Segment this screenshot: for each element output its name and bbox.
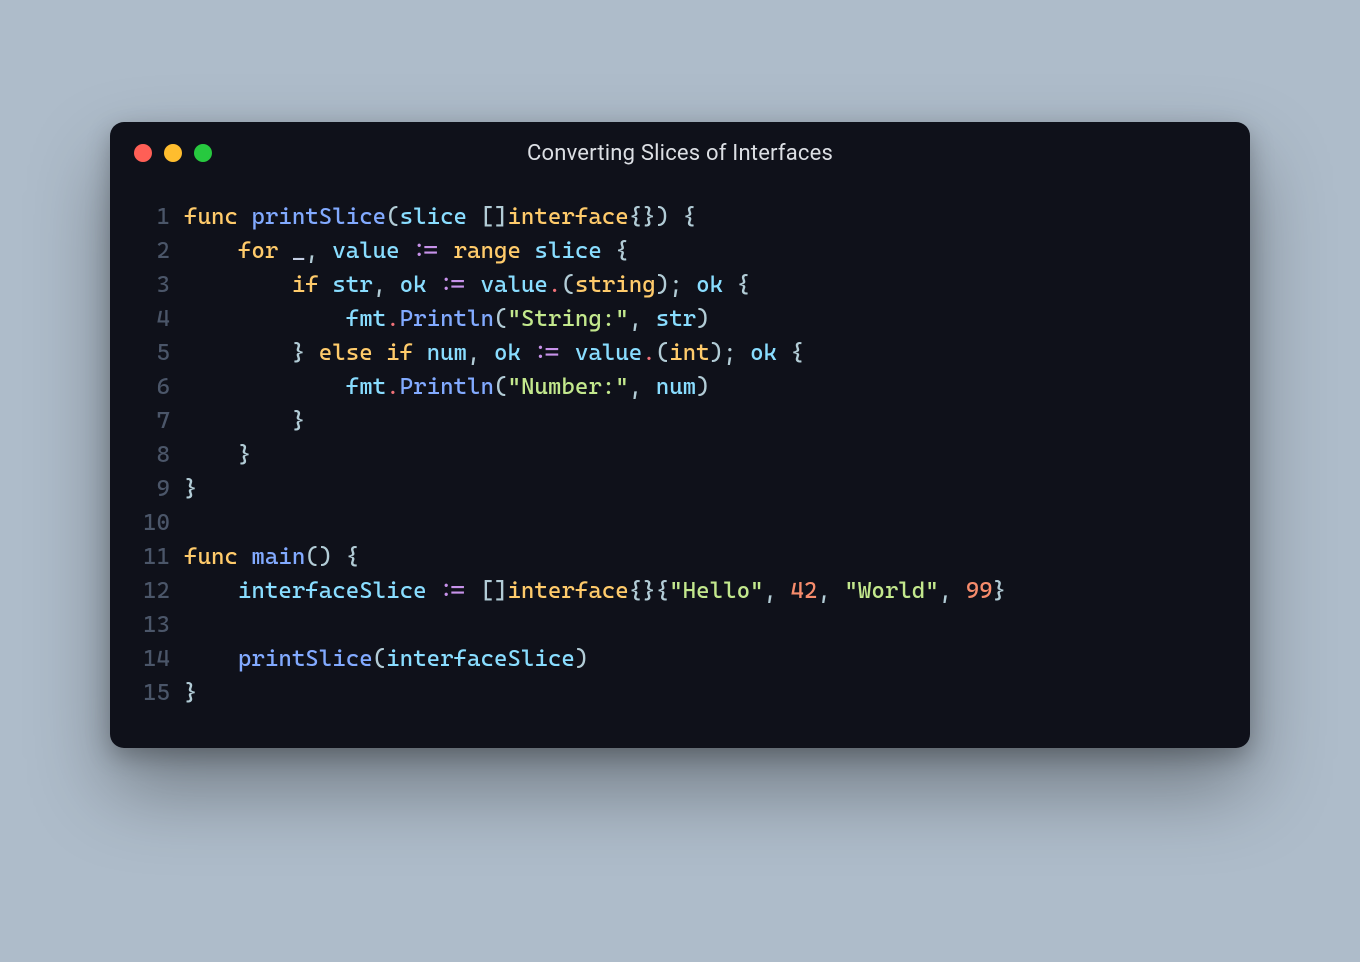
line-number: 2 [122,234,184,268]
line-number: 15 [122,676,184,710]
line-content: } else if num, ok := value.(int); ok { [184,336,804,370]
line-content: printSlice(interfaceSlice) [184,642,588,676]
line-content: interfaceSlice := []interface{}{"Hello",… [184,574,1006,608]
line-number: 1 [122,200,184,234]
line-content: } [184,472,197,506]
line-number: 6 [122,370,184,404]
code-line[interactable]: 7 } [122,404,1222,438]
line-content: fmt.Println("String:", str) [184,302,710,336]
line-content: } [184,404,305,438]
line-number: 8 [122,438,184,472]
line-content: func main() { [184,540,359,574]
code-line[interactable]: 13 [122,608,1222,642]
code-line[interactable]: 2 for _, value := range slice { [122,234,1222,268]
line-content: } [184,438,251,472]
window-title: Converting Slices of Interfaces [110,141,1250,166]
code-line[interactable]: 1func printSlice(slice []interface{}) { [122,200,1222,234]
line-content: for _, value := range slice { [184,234,629,268]
traffic-lights [134,144,212,162]
line-number: 12 [122,574,184,608]
code-line[interactable]: 10 [122,506,1222,540]
line-number: 7 [122,404,184,438]
line-number: 13 [122,608,184,642]
minimize-icon[interactable] [164,144,182,162]
line-content: func printSlice(slice []interface{}) { [184,200,696,234]
line-content: if str, ok := value.(string); ok { [184,268,750,302]
window-titlebar: Converting Slices of Interfaces [110,122,1250,184]
line-number: 3 [122,268,184,302]
line-number: 11 [122,540,184,574]
zoom-icon[interactable] [194,144,212,162]
line-number: 10 [122,506,184,540]
code-editor[interactable]: 1func printSlice(slice []interface{}) {2… [110,184,1250,710]
code-line[interactable]: 3 if str, ok := value.(string); ok { [122,268,1222,302]
code-line[interactable]: 15} [122,676,1222,710]
code-window: Converting Slices of Interfaces 1func pr… [110,122,1250,748]
line-number: 5 [122,336,184,370]
code-line[interactable]: 5 } else if num, ok := value.(int); ok { [122,336,1222,370]
line-number: 14 [122,642,184,676]
code-line[interactable]: 8 } [122,438,1222,472]
code-line[interactable]: 14 printSlice(interfaceSlice) [122,642,1222,676]
code-line[interactable]: 6 fmt.Println("Number:", num) [122,370,1222,404]
line-content: } [184,676,197,710]
code-line[interactable]: 9} [122,472,1222,506]
line-number: 9 [122,472,184,506]
line-number: 4 [122,302,184,336]
line-content: fmt.Println("Number:", num) [184,370,710,404]
code-line[interactable]: 4 fmt.Println("String:", str) [122,302,1222,336]
close-icon[interactable] [134,144,152,162]
code-line[interactable]: 12 interfaceSlice := []interface{}{"Hell… [122,574,1222,608]
code-line[interactable]: 11func main() { [122,540,1222,574]
